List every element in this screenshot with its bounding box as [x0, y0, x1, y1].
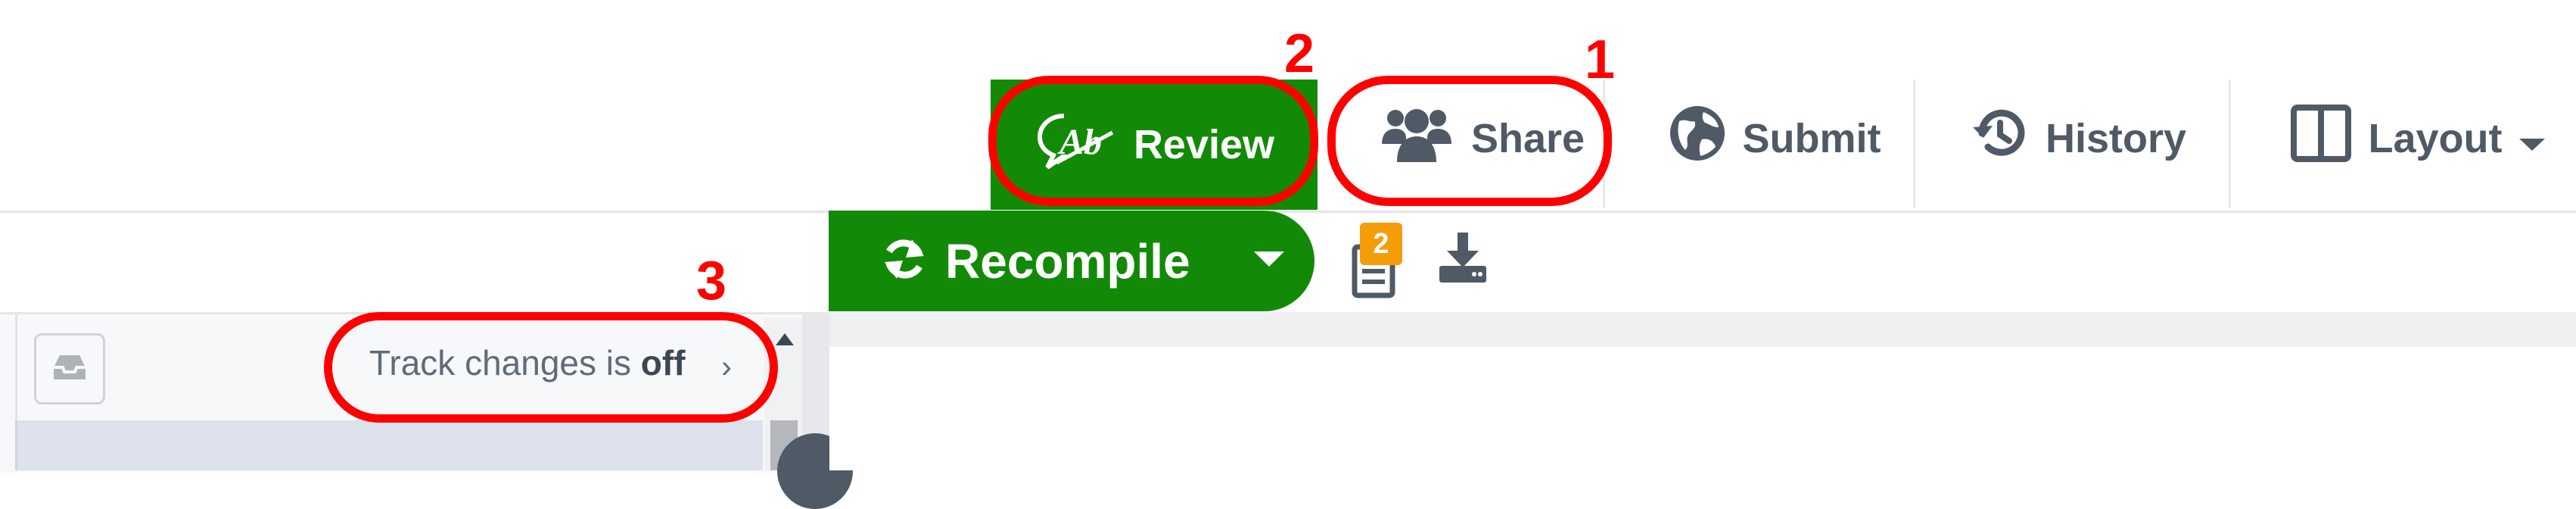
history-icon: [1971, 105, 2029, 172]
annotation-ring-review: [988, 76, 1318, 206]
recompile-label: Recompile: [945, 233, 1190, 289]
toolbar-divider: [2229, 80, 2231, 208]
layout-columns-icon: [2291, 105, 2352, 172]
annotation-number-track-changes: 3: [696, 251, 727, 311]
scroll-up-arrow-icon[interactable]: [776, 333, 794, 349]
download-icon: [1436, 233, 1489, 287]
layout-label: Layout: [2368, 115, 2503, 161]
document-icon: [1347, 244, 1400, 303]
caret-down-icon[interactable]: [1254, 250, 1284, 272]
toolbar-divider: [1913, 80, 1915, 208]
caret-down-icon: [2518, 115, 2545, 162]
pdf-viewer: [829, 347, 2576, 470]
annotation-number-share: 1: [1585, 30, 1616, 90]
recompile-button[interactable]: Recompile: [829, 211, 1314, 311]
annotation-ring-track-changes: [324, 312, 778, 423]
layout-dropdown[interactable]: Layout: [2274, 80, 2562, 197]
submit-button[interactable]: Submit: [1650, 80, 1899, 197]
pdf-viewer-header: [829, 312, 2576, 347]
download-button[interactable]: [1436, 231, 1489, 288]
history-label: History: [2045, 115, 2187, 161]
globe-icon: [1669, 105, 1726, 172]
inbox-icon: [51, 352, 89, 386]
annotation-number-review: 2: [1284, 23, 1315, 84]
logs-count-badge: 2: [1360, 223, 1402, 265]
submit-label: Submit: [1742, 115, 1881, 161]
annotation-ring-share: [1327, 76, 1612, 206]
inbox-button[interactable]: [34, 333, 105, 404]
refresh-icon: [882, 236, 927, 286]
history-button[interactable]: History: [1962, 80, 2196, 197]
review-panel-content: [15, 420, 763, 470]
